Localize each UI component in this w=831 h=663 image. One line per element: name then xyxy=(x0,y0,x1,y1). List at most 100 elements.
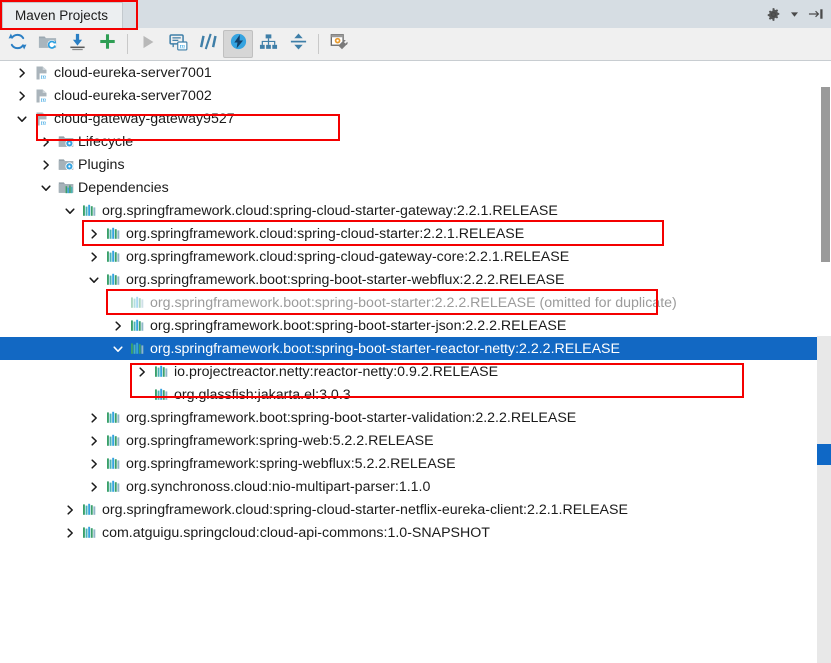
dependency-icon xyxy=(105,478,122,495)
chevron-right-icon[interactable] xyxy=(14,65,30,81)
chevron-right-icon[interactable] xyxy=(86,226,102,242)
chevron-down-icon[interactable] xyxy=(14,111,30,127)
dependency-icon xyxy=(81,202,98,219)
add-maven-project-button[interactable] xyxy=(92,30,122,58)
tree-row[interactable]: org.springframework.cloud:spring-cloud-g… xyxy=(0,245,831,268)
tree-row[interactable]: Dependencies xyxy=(0,176,831,199)
dependency-icon xyxy=(105,225,122,242)
chevron-right-icon[interactable] xyxy=(110,318,126,334)
tree-row[interactable]: org.springframework.cloud:spring-cloud-s… xyxy=(0,498,831,521)
tree-row[interactable]: m cloud-eureka-server7002 xyxy=(0,84,831,107)
tree-row-label: io.projectreactor.netty:reactor-netty:0.… xyxy=(174,363,499,380)
gear-icon[interactable] xyxy=(766,7,781,22)
hierarchy-icon xyxy=(259,33,278,56)
vertical-scrollbar-track-lower xyxy=(817,336,831,663)
tree-row-label: org.springframework.cloud:spring-cloud-s… xyxy=(102,202,558,219)
tree-row-label: org.springframework:spring-webflux:5.2.2… xyxy=(126,455,456,472)
dependency-icon xyxy=(129,317,146,334)
chevron-down-icon[interactable] xyxy=(62,203,78,219)
tree-row[interactable]: Plugins xyxy=(0,153,831,176)
chevron-right-icon[interactable] xyxy=(14,88,30,104)
toggle-offline-mode-button[interactable] xyxy=(223,30,253,58)
chevron-right-icon[interactable] xyxy=(86,456,102,472)
maven-module-icon: m xyxy=(33,110,50,127)
tree-row-label: cloud-gateway-gateway9527 xyxy=(54,110,235,127)
chevron-right-icon[interactable] xyxy=(38,157,54,173)
tree-row-label: org.springframework:spring-web:5.2.2.REL… xyxy=(126,432,434,449)
tree-row[interactable]: org.springframework.cloud:spring-cloud-s… xyxy=(0,222,831,245)
dependency-icon xyxy=(105,455,122,472)
tree-row[interactable]: org.springframework.boot:spring-boot-sta… xyxy=(0,291,831,314)
dependency-icon xyxy=(129,340,146,357)
tree-row[interactable]: org.springframework.boot:spring-boot-sta… xyxy=(0,314,831,337)
svg-text:m: m xyxy=(40,72,46,81)
tree-row-label: cloud-eureka-server7002 xyxy=(54,87,212,104)
tree-row[interactable]: org.synchronoss.cloud:nio-multipart-pars… xyxy=(0,475,831,498)
execute-maven-goal-button[interactable]: m xyxy=(163,30,193,58)
chevron-right-icon[interactable] xyxy=(38,134,54,150)
toolbar-separator-1 xyxy=(127,34,128,54)
generate-sources-and-update-folders-button[interactable] xyxy=(32,30,62,58)
download-sources-and-documentation-button[interactable] xyxy=(62,30,92,58)
maven-projects-tree[interactable]: m cloud-eureka-server7001 m cloud-eureka-se… xyxy=(0,61,831,602)
tree-row-label: cloud-eureka-server7001 xyxy=(54,64,212,81)
tree-row[interactable]: org.springframework:spring-webflux:5.2.2… xyxy=(0,452,831,475)
collapse-all-icon xyxy=(289,32,308,56)
tree-row[interactable]: org.springframework.boot:spring-boot-sta… xyxy=(0,337,831,360)
chevron-right-icon[interactable] xyxy=(86,249,102,265)
tree-row[interactable]: com.atguigu.springcloud:cloud-api-common… xyxy=(0,521,831,544)
maven-toolbar: m xyxy=(0,28,831,61)
maven-settings-button[interactable] xyxy=(324,30,354,58)
refresh-icon xyxy=(8,32,27,56)
vertical-scrollbar-thumb[interactable] xyxy=(821,87,830,262)
tree-row-label: Dependencies xyxy=(78,179,169,196)
folder-refresh-icon xyxy=(38,33,57,56)
tree-row[interactable]: org.springframework.cloud:spring-cloud-s… xyxy=(0,199,831,222)
dependency-icon xyxy=(153,386,170,403)
run-maven-build-button xyxy=(133,30,163,58)
chevron-right-icon[interactable] xyxy=(62,502,78,518)
tree-row-label: com.atguigu.springcloud:cloud-api-common… xyxy=(102,524,490,541)
chevron-down-icon[interactable] xyxy=(791,11,798,17)
dependency-icon xyxy=(81,524,98,541)
vertical-scrollbar[interactable] xyxy=(817,61,831,663)
collapse-all-button[interactable] xyxy=(283,30,313,58)
dependency-icon xyxy=(81,501,98,518)
tree-row-label: org.springframework.boot:spring-boot-sta… xyxy=(126,271,565,288)
lifecycle-folder-icon xyxy=(57,133,74,150)
tab-maven-projects[interactable]: Maven Projects xyxy=(2,2,124,28)
lightning-icon xyxy=(229,32,248,56)
chevron-right-icon[interactable] xyxy=(86,410,102,426)
tree-row[interactable]: io.projectreactor.netty:reactor-netty:0.… xyxy=(0,360,831,383)
chevron-right-icon[interactable] xyxy=(134,364,150,380)
plugins-folder-icon xyxy=(57,156,74,173)
chevron-down-icon[interactable] xyxy=(38,180,54,196)
show-dependencies-button[interactable] xyxy=(253,30,283,58)
svg-text:m: m xyxy=(40,118,46,127)
svg-text:m: m xyxy=(179,41,185,50)
dependencies-folder-icon xyxy=(57,179,74,196)
settings-wrench-icon xyxy=(330,33,349,56)
hide-panel-icon[interactable] xyxy=(808,7,825,21)
tree-row[interactable]: org.springframework:spring-web:5.2.2.REL… xyxy=(0,429,831,452)
tree-row-label: org.springframework.cloud:spring-cloud-s… xyxy=(126,225,525,242)
toolbar-separator-2 xyxy=(318,34,319,54)
chevron-right-icon[interactable] xyxy=(86,479,102,495)
tree-row-label: org.springframework.boot:spring-boot-sta… xyxy=(150,340,620,357)
tree-row-label: org.springframework.boot:spring-boot-sta… xyxy=(150,317,567,334)
tree-row[interactable]: org.glassfish:jakarta.el:3.0.3 xyxy=(0,383,831,406)
tree-row-label: org.synchronoss.cloud:nio-multipart-pars… xyxy=(126,478,431,495)
svg-text:m: m xyxy=(40,95,46,104)
reimport-all-maven-projects-button[interactable] xyxy=(2,30,32,58)
tree-row[interactable]: m cloud-eureka-server7001 xyxy=(0,61,831,84)
toggle-skip-tests-mode-button[interactable] xyxy=(193,30,223,58)
chevron-down-icon[interactable] xyxy=(86,272,102,288)
tree-row[interactable]: org.springframework.boot:spring-boot-sta… xyxy=(0,406,831,429)
chevron-right-icon[interactable] xyxy=(86,433,102,449)
tree-row[interactable]: m cloud-gateway-gateway9527 xyxy=(0,107,831,130)
tree-row[interactable]: Lifecycle xyxy=(0,130,831,153)
tree-row[interactable]: org.springframework.boot:spring-boot-sta… xyxy=(0,268,831,291)
tree-row-label: org.springframework.boot:spring-boot-sta… xyxy=(150,294,677,311)
chevron-right-icon[interactable] xyxy=(62,525,78,541)
chevron-down-icon[interactable] xyxy=(110,341,126,357)
